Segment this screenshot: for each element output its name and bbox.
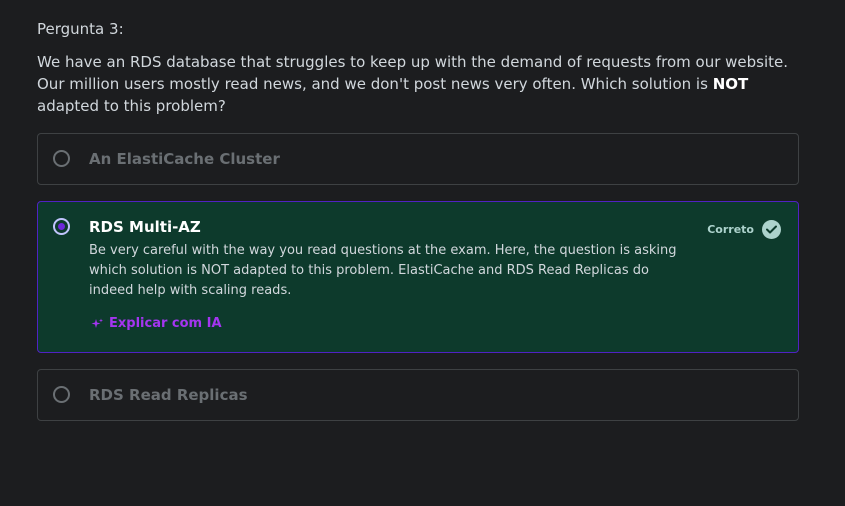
radio-button[interactable] <box>53 386 70 403</box>
explain-with-ai-label: Explicar com IA <box>109 316 222 331</box>
correct-status-text: Correto <box>707 223 754 236</box>
answer-option-rds-multi-az[interactable]: RDS Multi-AZ Correto Be very careful wit… <box>37 201 799 353</box>
question-text-before: We have an RDS database that struggles t… <box>37 53 789 93</box>
answer-option-label: RDS Multi-AZ <box>89 218 201 236</box>
question-text-after: adapted to this problem? <box>37 97 226 115</box>
question-number: Pergunta 3: <box>37 20 124 38</box>
explain-with-ai-button[interactable]: Explicar com IA <box>91 316 222 331</box>
sparkle-icon <box>91 318 103 330</box>
radio-button[interactable] <box>53 150 70 167</box>
answer-explanation: Be very careful with the way you read qu… <box>89 243 677 298</box>
answer-option-label: An ElastiCache Cluster <box>89 150 280 168</box>
question-text-emphasis: NOT <box>712 75 749 93</box>
correct-badge: Correto <box>707 220 781 239</box>
radio-dot <box>58 223 65 230</box>
answer-option-read-replicas[interactable]: RDS Read Replicas <box>37 369 799 421</box>
answer-option-elasticache[interactable]: An ElastiCache Cluster <box>37 133 799 185</box>
question-text: We have an RDS database that struggles t… <box>37 51 807 117</box>
answer-option-label: RDS Read Replicas <box>89 386 248 404</box>
radio-button-selected[interactable] <box>53 218 70 235</box>
check-circle-icon <box>762 220 781 239</box>
quiz-page: Pergunta 3: We have an RDS database that… <box>0 0 845 506</box>
